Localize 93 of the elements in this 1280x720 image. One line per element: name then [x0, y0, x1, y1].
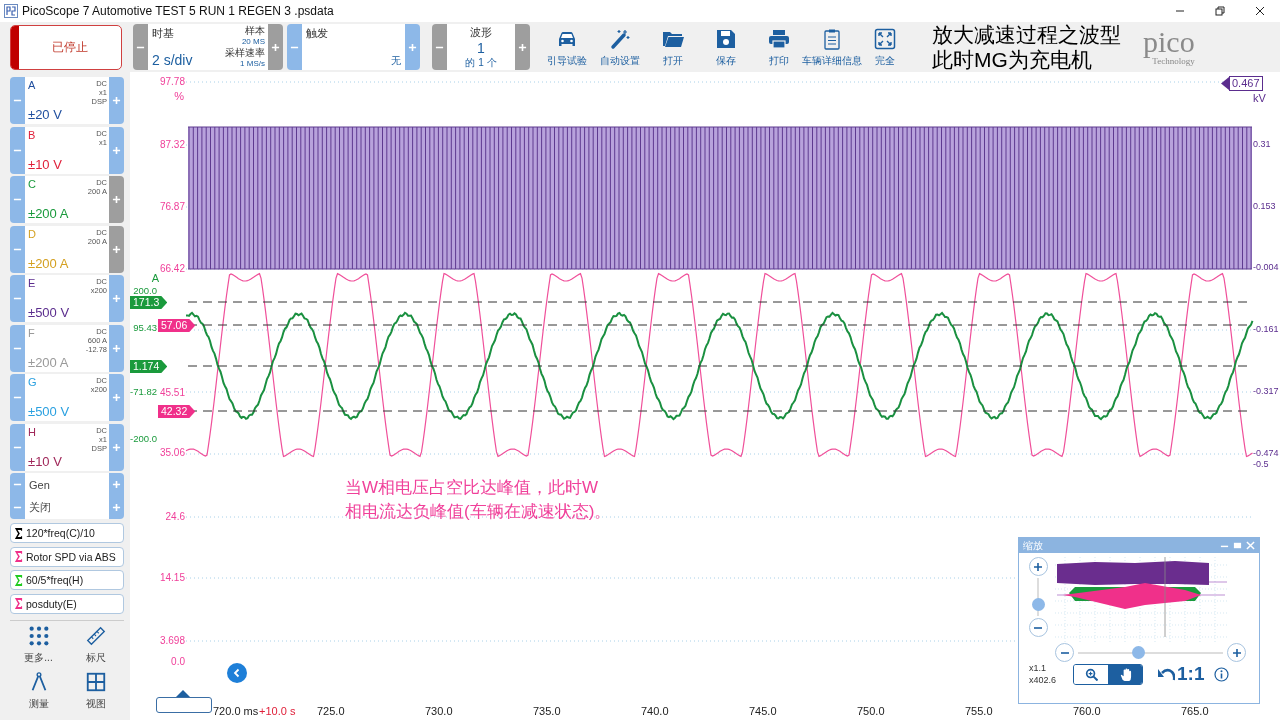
annotation-text: 当W相电压占空比达峰值，此时W [345, 477, 600, 499]
math-channel-button[interactable]: posduty(E) [10, 593, 124, 614]
caption-text: 此时MG为充电机 [932, 47, 1093, 72]
time-tick-label: 760.0 [1073, 705, 1101, 717]
axis-tick-label: 97.78 [159, 75, 185, 88]
axis-tick-label: 0.153 [1253, 200, 1276, 213]
axis-unit: A [151, 272, 159, 285]
tool-button[interactable]: 标尺 [67, 625, 124, 665]
axis-tick-label: 200.0 [133, 284, 157, 297]
rate-value: 1 MS/s [240, 58, 265, 69]
axis-tick-label: -0.474 [1253, 447, 1279, 460]
trigger-mode: 无 [391, 54, 401, 68]
tool-button[interactable]: 视图 [67, 671, 124, 711]
time-tick-label: 735.0 [533, 705, 561, 717]
channel-name: H [28, 425, 36, 438]
window-title: PicoScope 7 Automotive TEST 5 RUN 1 REGEN 3 .psdata [22, 4, 334, 18]
annotation-text: 相电流达负峰值(车辆在减速状态)。 [345, 501, 612, 523]
channel-range: ±500 V [28, 305, 70, 320]
channel-range: ±200 A [28, 206, 69, 221]
logo-tagline: Technology [1152, 56, 1195, 66]
axis-tick-label: -0.317 [1253, 385, 1279, 398]
axis-tick-label: 14.15 [159, 571, 185, 584]
channel-range: ±10 V [28, 453, 62, 469]
axis-tick-label: -0.5 [1253, 458, 1269, 471]
tool-button[interactable]: 更多... [10, 625, 67, 665]
timebase-value: 2 s/div [152, 52, 194, 68]
timebase-label: 时基 [152, 26, 175, 41]
cursor-marker[interactable]: 1.174 [130, 360, 168, 373]
axis-tick-label: 87.32 [159, 138, 185, 151]
waveform-label: 波形 [470, 25, 492, 40]
generator-setting: Gen [25, 473, 109, 496]
axis-tick-label: 0.0 [171, 655, 185, 668]
cursor-marker[interactable]: 57.06 [158, 319, 196, 332]
channel-range: ±200 A [28, 354, 69, 370]
time-tick-label: 730.0 [425, 705, 453, 717]
panel-title: 缩放 [1023, 538, 1044, 553]
math-channel-button[interactable]: 60/5*freq(H) [10, 570, 124, 590]
channel-name: A [28, 79, 36, 91]
axis-tick-label: -71.82 [130, 385, 157, 398]
zoom-factor: x402.6 [1029, 674, 1058, 686]
channel-range: ±10 V [28, 156, 62, 172]
axis-unit: % [174, 90, 184, 103]
cursor-marker[interactable]: 171.3 [130, 296, 168, 309]
math-channel-button[interactable]: Rotor SPD via ABS [10, 546, 124, 567]
waveform-number: 1 [477, 40, 485, 56]
channel-name: F [28, 326, 35, 339]
time-tick-label: 725.0 [317, 705, 345, 717]
axis-tick-label: 24.6 [165, 510, 185, 523]
channel-name: G [28, 376, 37, 388]
time-tick-label: 750.0 [857, 705, 885, 717]
axis-tick-label: 0.31 [1253, 138, 1271, 151]
zoom-factor: x1.1 [1029, 662, 1047, 674]
voltage-marker[interactable]: 0.467 [1229, 76, 1263, 91]
channel-name: E [28, 277, 36, 289]
axis-tick-label: 35.06 [159, 446, 185, 459]
math-channel-button[interactable]: 120*freq(C)/10 [10, 523, 124, 543]
toolbar-button[interactable]: 自动设置 [593, 24, 646, 70]
axis-tick-label: 76.87 [159, 200, 185, 213]
time-tick-label: 765.0 [1181, 705, 1209, 717]
channel-name: B [28, 128, 36, 141]
toolbar-button[interactable]: 打开 [646, 24, 699, 70]
rate-label: 采样速率 [225, 47, 265, 58]
channel-name: C [28, 178, 36, 190]
axis-tick-label: 45.51 [159, 386, 185, 399]
samples-label: 样本 [245, 25, 265, 36]
generator-setting: 关闭 [25, 496, 109, 519]
axis-tick-label: -200.0 [130, 432, 157, 445]
channel-range: ±500 V [28, 404, 70, 419]
time-offset: +10.0 s [259, 705, 296, 717]
time-tick-label: 755.0 [965, 705, 993, 717]
axis-tick-label: 3.698 [159, 634, 185, 647]
run-status-button[interactable]: 已停止 [10, 24, 122, 70]
time-tick-label: 745.0 [749, 705, 777, 717]
time-tick-label: 740.0 [641, 705, 669, 717]
channel-name: D [28, 227, 36, 240]
axis-tick-label: 95.43 [133, 321, 157, 334]
time-axis-start: 720.0 ms [213, 705, 259, 717]
samples-value: 20 MS [241, 36, 265, 47]
toolbar-button[interactable]: 引导试验 [540, 24, 593, 70]
cursor-marker[interactable]: 42.32 [158, 405, 196, 418]
axis-tick-label: -0.004 [1253, 261, 1279, 274]
tool-button[interactable]: 测量 [10, 671, 67, 711]
trigger-label: 触发 [306, 26, 329, 41]
channel-range: ±20 V [28, 107, 62, 122]
logo-text: pico [1143, 28, 1195, 56]
channel-range: ±200 A [28, 255, 69, 271]
axis-tick-label: -0.161 [1253, 323, 1279, 336]
waveform-count: 的 1 个 [465, 56, 497, 70]
axis-tick-label: 66.42 [159, 262, 185, 275]
axis-unit: kV [1253, 92, 1266, 105]
toolbar-button[interactable]: 保存 [699, 24, 752, 70]
caption-text: 放大减速过程之波型 [932, 22, 1121, 47]
reset-zoom-button[interactable]: 1:1 [1157, 663, 1205, 685]
